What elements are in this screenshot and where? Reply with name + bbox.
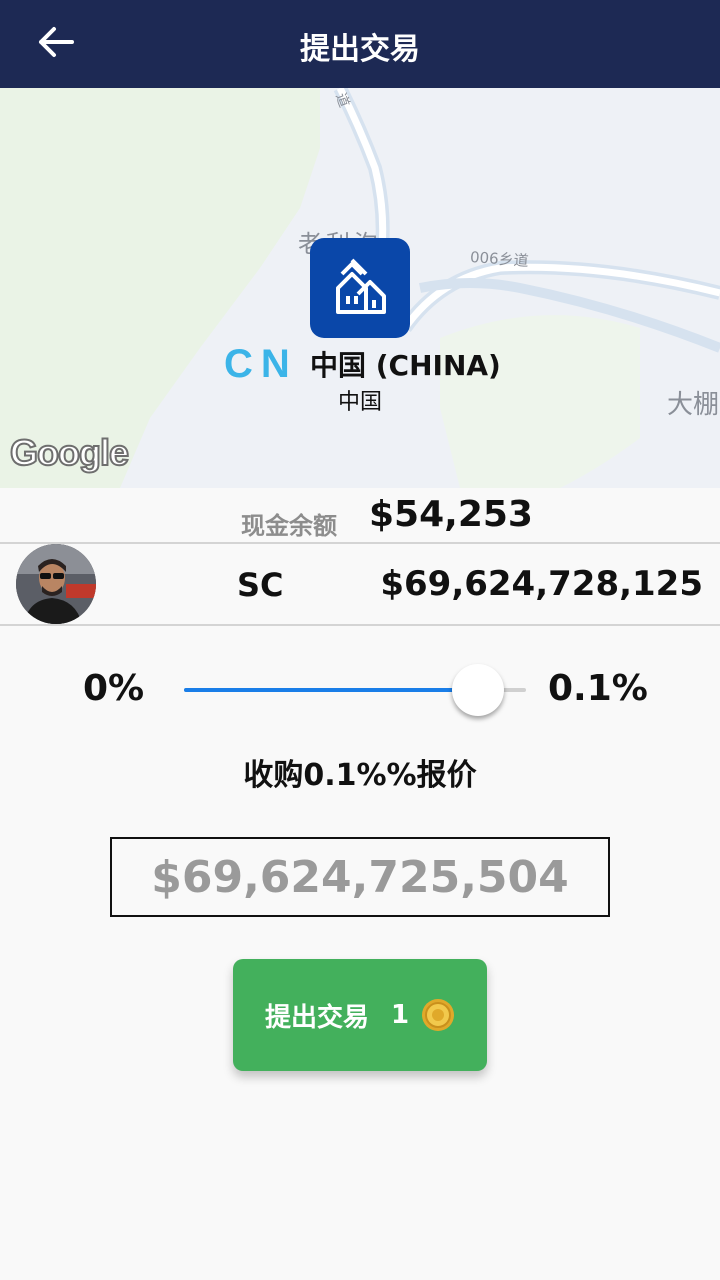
cash-balance-label: 现金余额 xyxy=(241,512,337,540)
slider-thumb[interactable] xyxy=(452,664,504,716)
offer-caption: 收购0.1%%报价 xyxy=(243,758,477,793)
owner-code: SC xyxy=(237,566,284,604)
percent-max-label: 0.1% xyxy=(548,668,648,709)
country-code: CN xyxy=(224,342,298,386)
property-buildings-icon xyxy=(328,254,392,322)
owner-row: SC $69,624,728,125 xyxy=(0,544,720,626)
cash-balance-row: 现金余额 $54,253 xyxy=(0,488,720,544)
owner-avatar[interactable] xyxy=(16,544,96,624)
country-subtitle: 中国 xyxy=(337,390,382,415)
owner-value: $69,624,728,125 xyxy=(380,564,703,604)
submit-offer-button[interactable]: 提出交易 1 xyxy=(233,959,487,1071)
gold-coin-icon xyxy=(421,998,455,1032)
offer-price-input[interactable] xyxy=(110,837,610,917)
percent-min-label: 0% xyxy=(83,668,145,709)
map-label-road: 006乡道 xyxy=(469,247,530,271)
google-logo: Google xyxy=(9,431,130,474)
page-title: 提出交易 xyxy=(300,32,420,67)
property-marker[interactable] xyxy=(310,238,410,338)
app-header: 提出交易 xyxy=(0,0,720,88)
cash-balance-value: $54,253 xyxy=(369,494,533,535)
country-name: 中国 (CHINA) xyxy=(310,349,501,382)
coin-cost: 1 xyxy=(390,1000,410,1030)
percent-slider[interactable] xyxy=(184,664,526,716)
submit-offer-label: 提出交易 xyxy=(264,1002,369,1033)
map-view[interactable]: 老利沟 006乡道 道 大棚 Google CN 中国 (CHINA) 中国 xyxy=(0,88,720,488)
slider-fill xyxy=(184,688,478,692)
